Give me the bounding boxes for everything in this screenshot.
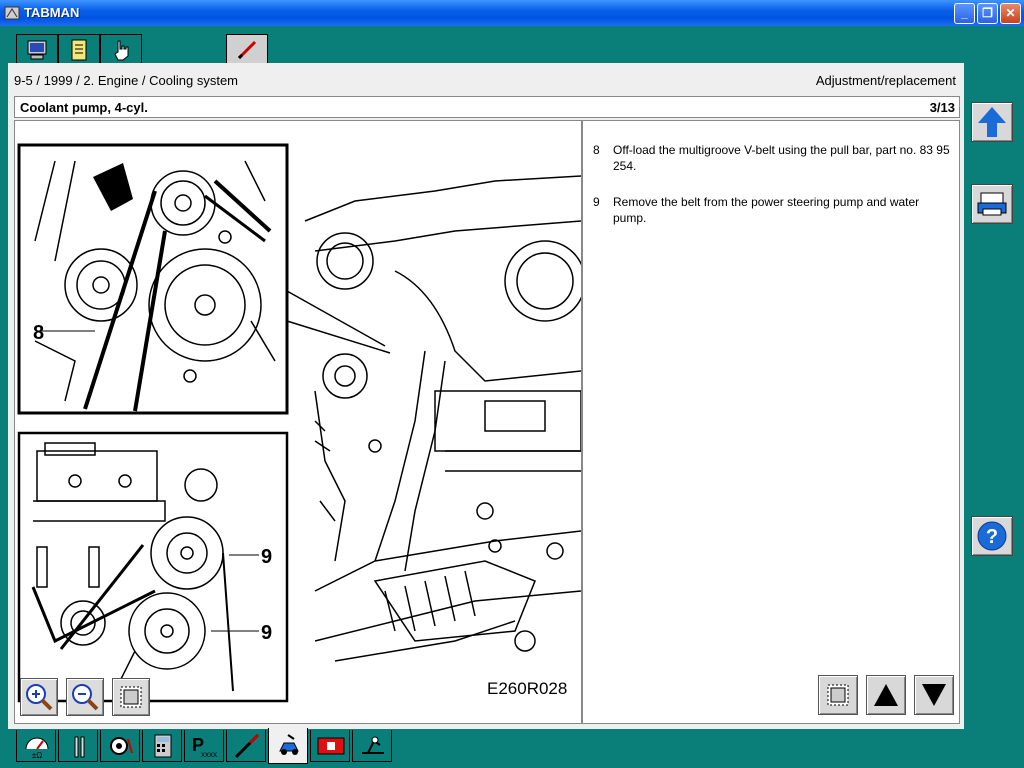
tab-tool-kit[interactable] xyxy=(352,730,392,762)
printer-icon xyxy=(977,192,1007,216)
tab-document[interactable] xyxy=(58,34,100,64)
tab-red-card[interactable] xyxy=(310,730,350,762)
instructions-panel: 8 Off-load the multigroove V-belt using … xyxy=(585,121,959,723)
tab-meter[interactable]: ±Ω xyxy=(16,730,56,762)
step-number: 8 xyxy=(593,143,600,157)
callout-8: 8 xyxy=(33,322,44,344)
gear-settings-icon xyxy=(110,737,133,755)
page-indicator: 3/13 xyxy=(929,100,955,115)
svg-text:xxxx: xxxx xyxy=(201,750,217,759)
meter-icon: ±Ω xyxy=(25,737,49,759)
page-title: Coolant pump, 4-cyl. xyxy=(20,100,148,115)
fit-page-button[interactable] xyxy=(818,675,858,715)
next-page-button[interactable] xyxy=(914,675,954,715)
pen-icon xyxy=(237,40,257,60)
figure-code: E260R028 xyxy=(487,679,568,698)
tool-kit-icon xyxy=(362,736,384,754)
tab-probe[interactable] xyxy=(226,730,266,762)
tab-computer[interactable] xyxy=(16,34,58,64)
engine-illustration: 8 9 9 xyxy=(17,143,586,703)
tab-gear-settings[interactable] xyxy=(100,730,140,762)
print-button[interactable] xyxy=(971,184,1013,224)
fit-view-button[interactable] xyxy=(112,678,150,716)
zoom-in-icon xyxy=(26,684,53,711)
p-xxxx-icon: P xxxx xyxy=(192,735,217,759)
svg-text:?: ? xyxy=(986,526,998,548)
svg-text:±Ω: ±Ω xyxy=(32,751,42,759)
zoom-in-button[interactable] xyxy=(20,678,58,716)
fit-frame-icon xyxy=(120,686,142,708)
document-type: Adjustment/replacement xyxy=(815,73,956,88)
content-panel: 9-5 / 1999 / 2. Engine / Cooling system … xyxy=(8,63,964,729)
callout-9b: 9 xyxy=(261,622,272,644)
document-icon xyxy=(71,39,87,61)
tab-wrench[interactable] xyxy=(58,730,98,762)
tab-pen[interactable] xyxy=(226,34,268,64)
red-card-icon xyxy=(317,737,345,755)
hand-pointer-icon xyxy=(114,40,129,61)
arrow-up-icon xyxy=(978,107,1006,137)
help-icon: ? xyxy=(977,521,1007,551)
tab-calculator[interactable] xyxy=(142,730,182,762)
tab-hand-pointer[interactable] xyxy=(100,34,142,64)
breadcrumb: 9-5 / 1999 / 2. Engine / Cooling system xyxy=(14,73,239,88)
arrow-down-icon xyxy=(922,684,946,706)
restore-button[interactable]: ❐ xyxy=(977,3,998,24)
app-icon xyxy=(4,6,20,20)
help-button[interactable]: ? xyxy=(971,516,1013,556)
zoom-out-button[interactable] xyxy=(66,678,104,716)
window-title: TABMAN xyxy=(24,5,80,20)
illustration-panel: 8 9 9 E260R028 xyxy=(15,121,586,723)
calculator-icon xyxy=(154,734,172,758)
zoom-out-icon xyxy=(72,684,99,711)
step-text: Remove the belt from the power steering … xyxy=(613,195,920,225)
computer-icon xyxy=(27,40,47,60)
up-level-button[interactable] xyxy=(971,102,1013,142)
title-bar: TABMAN _ ❐ ✕ xyxy=(0,0,1024,26)
car-diagnostic-icon xyxy=(279,734,299,755)
minimize-button[interactable]: _ xyxy=(954,3,975,24)
close-button[interactable]: ✕ xyxy=(1000,3,1021,24)
fit-frame-icon xyxy=(827,684,849,706)
callout-9a: 9 xyxy=(261,546,272,568)
step-text: Off-load the multigroove V-belt using th… xyxy=(613,143,950,173)
step-number: 9 xyxy=(593,195,600,209)
arrow-up-icon xyxy=(874,684,898,706)
heading-bar: Coolant pump, 4-cyl. 3/13 xyxy=(14,96,960,118)
tab-car-diagnostic[interactable] xyxy=(268,728,308,764)
previous-page-button[interactable] xyxy=(866,675,906,715)
wrench-icon xyxy=(74,736,85,758)
probe-icon xyxy=(234,733,260,759)
content-area: 8 9 9 E260R028 8 Off-load the multigroov… xyxy=(14,120,960,724)
tab-p-xxxx[interactable]: P xxxx xyxy=(184,730,224,762)
